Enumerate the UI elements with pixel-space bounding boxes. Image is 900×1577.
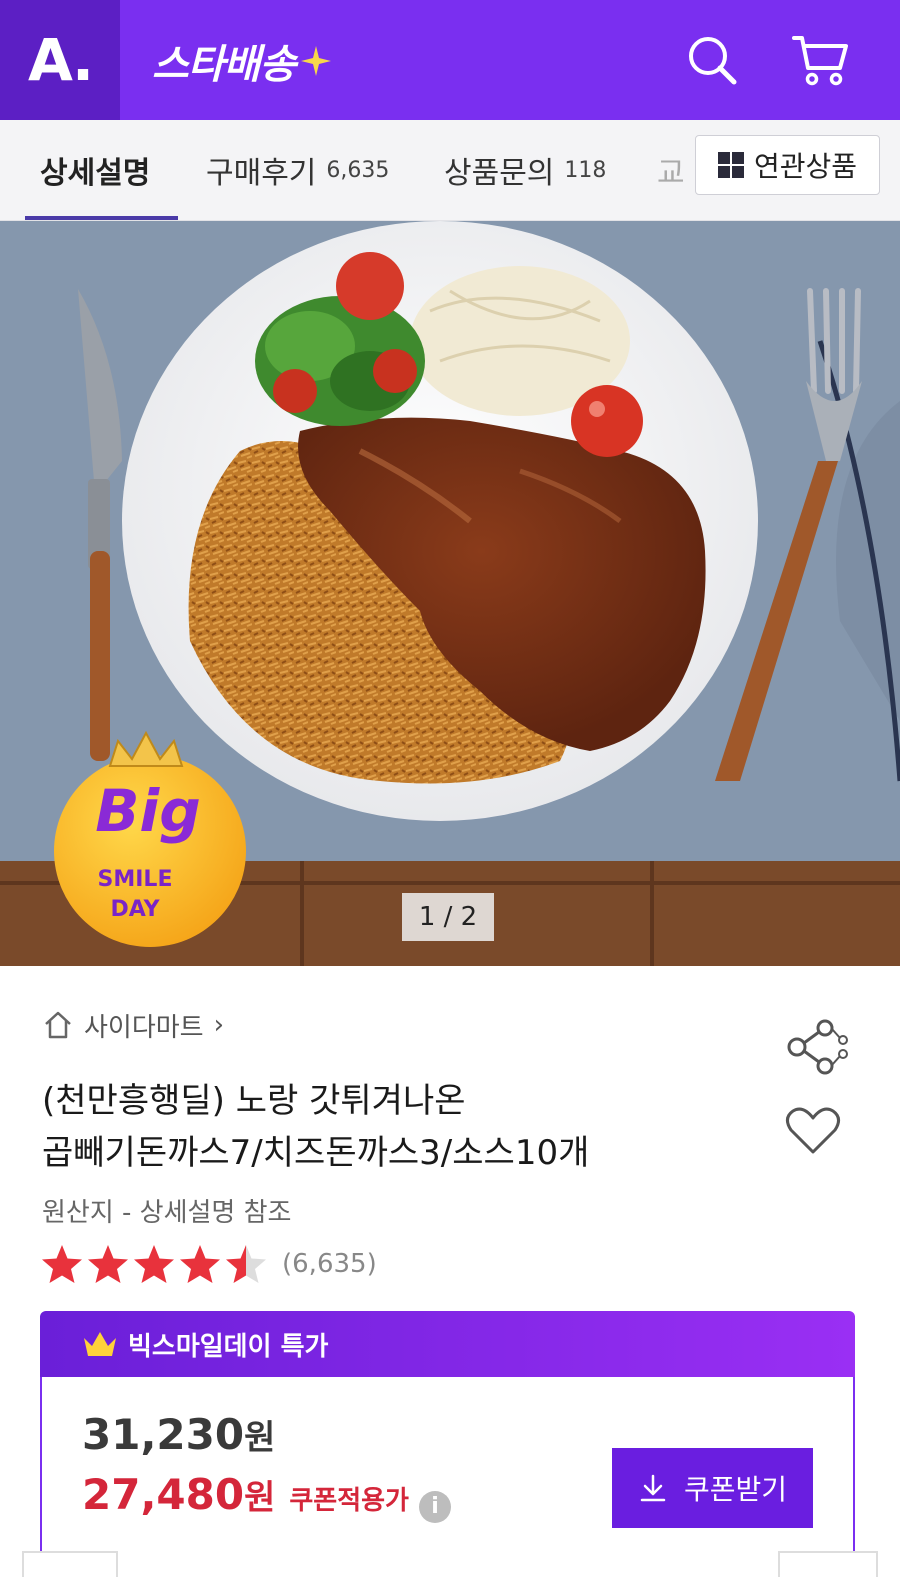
related-products-label: 연관상품 (753, 150, 858, 183)
store-link[interactable]: 사이다마트 › (42, 1005, 224, 1045)
currency-unit: 원 (244, 1478, 276, 1518)
rating-count: (6,635) (282, 1249, 377, 1279)
grid-icon (717, 152, 744, 178)
product-title: (천만흥행딜) 노랑 갓튀겨나온 곱빼기돈까스7/치즈돈까스3/소스10개 (42, 1075, 762, 1179)
coupon-price-note: 쿠폰적용가 (289, 1486, 409, 1516)
related-products-button[interactable]: 연관상품 (695, 135, 880, 195)
product-title-line-2: 곱빼기돈까스7/치즈돈까스3/소스10개 (42, 1133, 590, 1173)
product-photo: Big SMILE DAY (0, 221, 900, 966)
star-icon (226, 1245, 266, 1283)
tab-count: 118 (564, 157, 607, 183)
chevron-right-icon: › (213, 1010, 225, 1040)
tab-label: 구매후기 (206, 156, 317, 191)
cart-icon[interactable] (790, 30, 850, 90)
crown-icon (84, 1332, 116, 1356)
active-tab-indicator (25, 216, 178, 220)
rating[interactable]: (6,635) (40, 1242, 377, 1286)
heart-icon[interactable] (785, 1106, 841, 1156)
tab-detail[interactable]: 상세설명 (40, 120, 150, 220)
store-name: 사이다마트 (84, 1012, 204, 1043)
bottom-tab-fragment (778, 1551, 878, 1577)
star-icon (42, 1245, 82, 1283)
tab-reviews[interactable]: 구매후기 6,635 (206, 120, 389, 220)
deal-label: 빅스마일데이 특가 (128, 1331, 329, 1362)
product-title-line-1: (천만흥행딜) 노랑 갓튀겨나온 (42, 1081, 466, 1121)
app-header: A. 스타배송 (0, 0, 900, 120)
sale-price: 27,480 원 쿠폰적용가 i (82, 1470, 451, 1523)
get-coupon-button[interactable]: 쿠폰받기 (612, 1448, 813, 1528)
tab-qna[interactable]: 상품문의 118 (444, 120, 606, 220)
brand-text: 스타배송 (152, 42, 296, 88)
tab-count: 6,635 (326, 157, 390, 183)
badge-big-text: Big (95, 777, 201, 845)
sale-price-value: 27,480 (82, 1470, 245, 1519)
star-delivery-brand[interactable]: 스타배송 (152, 36, 333, 88)
origin-info: 원산지 - 상세설명 참조 (42, 1198, 292, 1228)
tab-exchange[interactable]: 교 (657, 120, 687, 220)
logo-text: A. (28, 26, 94, 94)
info-icon[interactable]: i (418, 1490, 451, 1523)
image-page-indicator: 1 / 2 (402, 893, 494, 941)
original-price-value: 31,230 (82, 1410, 245, 1459)
coupon-button-label: 쿠폰받기 (683, 1473, 788, 1506)
tab-label: 교 (657, 156, 685, 191)
tab-label: 상세설명 (40, 156, 151, 191)
currency-unit: 원 (244, 1418, 276, 1458)
deal-banner: 빅스마일데이 특가 (40, 1311, 855, 1377)
tab-label: 상품문의 (444, 156, 555, 191)
download-icon (640, 1474, 666, 1502)
home-icon (45, 1011, 71, 1039)
star-icon (180, 1245, 220, 1283)
sparkle-icon (301, 46, 332, 76)
search-icon[interactable] (682, 30, 742, 90)
star-icon (88, 1245, 128, 1283)
badge-smile-text: SMILE (98, 867, 173, 892)
original-price: 31,230원 (82, 1410, 275, 1459)
share-icon[interactable] (785, 1018, 851, 1076)
star-icon (134, 1245, 174, 1283)
badge-day-text: DAY (110, 897, 160, 922)
home-logo[interactable]: A. (0, 0, 120, 120)
rating-stars (40, 1243, 270, 1285)
bottom-tab-fragment (22, 1551, 118, 1577)
product-image[interactable]: Big SMILE DAY (0, 221, 900, 966)
